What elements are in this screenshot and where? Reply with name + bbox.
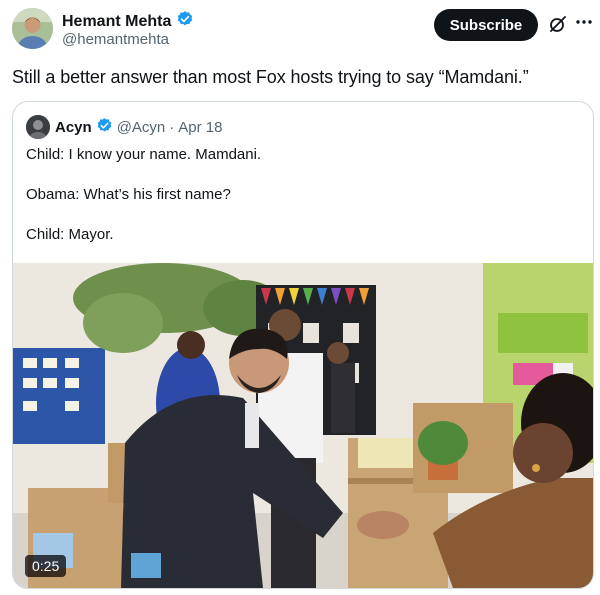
separator-dot: · (169, 119, 175, 136)
subscribe-button[interactable]: Subscribe (434, 9, 538, 41)
quoted-header: Acyn @Acyn · Apr 18 (55, 117, 222, 138)
quoted-author-name[interactable]: Acyn (55, 119, 92, 136)
author-avatar[interactable] (12, 8, 53, 49)
post-text: Still a better answer than most Fox host… (12, 67, 529, 87)
grok-icon[interactable] (549, 15, 567, 33)
quoted-post-card[interactable]: Acyn @Acyn · Apr 18 Child: I know your n… (12, 101, 594, 589)
quoted-text-line: Child: Mayor. (26, 226, 114, 243)
quoted-date[interactable]: Apr 18 (178, 119, 222, 136)
author-handle[interactable]: @hemantmehta (62, 31, 169, 48)
video-frame (13, 263, 593, 588)
author-name-row[interactable]: Hemant Mehta (62, 10, 194, 33)
quoted-author-handle[interactable]: @Acyn (117, 119, 166, 136)
quoted-text-line: Obama: What’s his first name? (26, 186, 231, 203)
more-options-icon[interactable] (574, 12, 594, 32)
video-timestamp: 0:25 (25, 555, 67, 577)
verified-badge-icon (176, 10, 194, 33)
quoted-text-line: Child: I know your name. Mamdani. (26, 146, 262, 163)
video-player[interactable]: 0:25 (13, 263, 593, 588)
verified-badge-icon (96, 117, 113, 138)
quoted-author-avatar[interactable] (26, 115, 50, 139)
author-name[interactable]: Hemant Mehta (62, 13, 171, 31)
